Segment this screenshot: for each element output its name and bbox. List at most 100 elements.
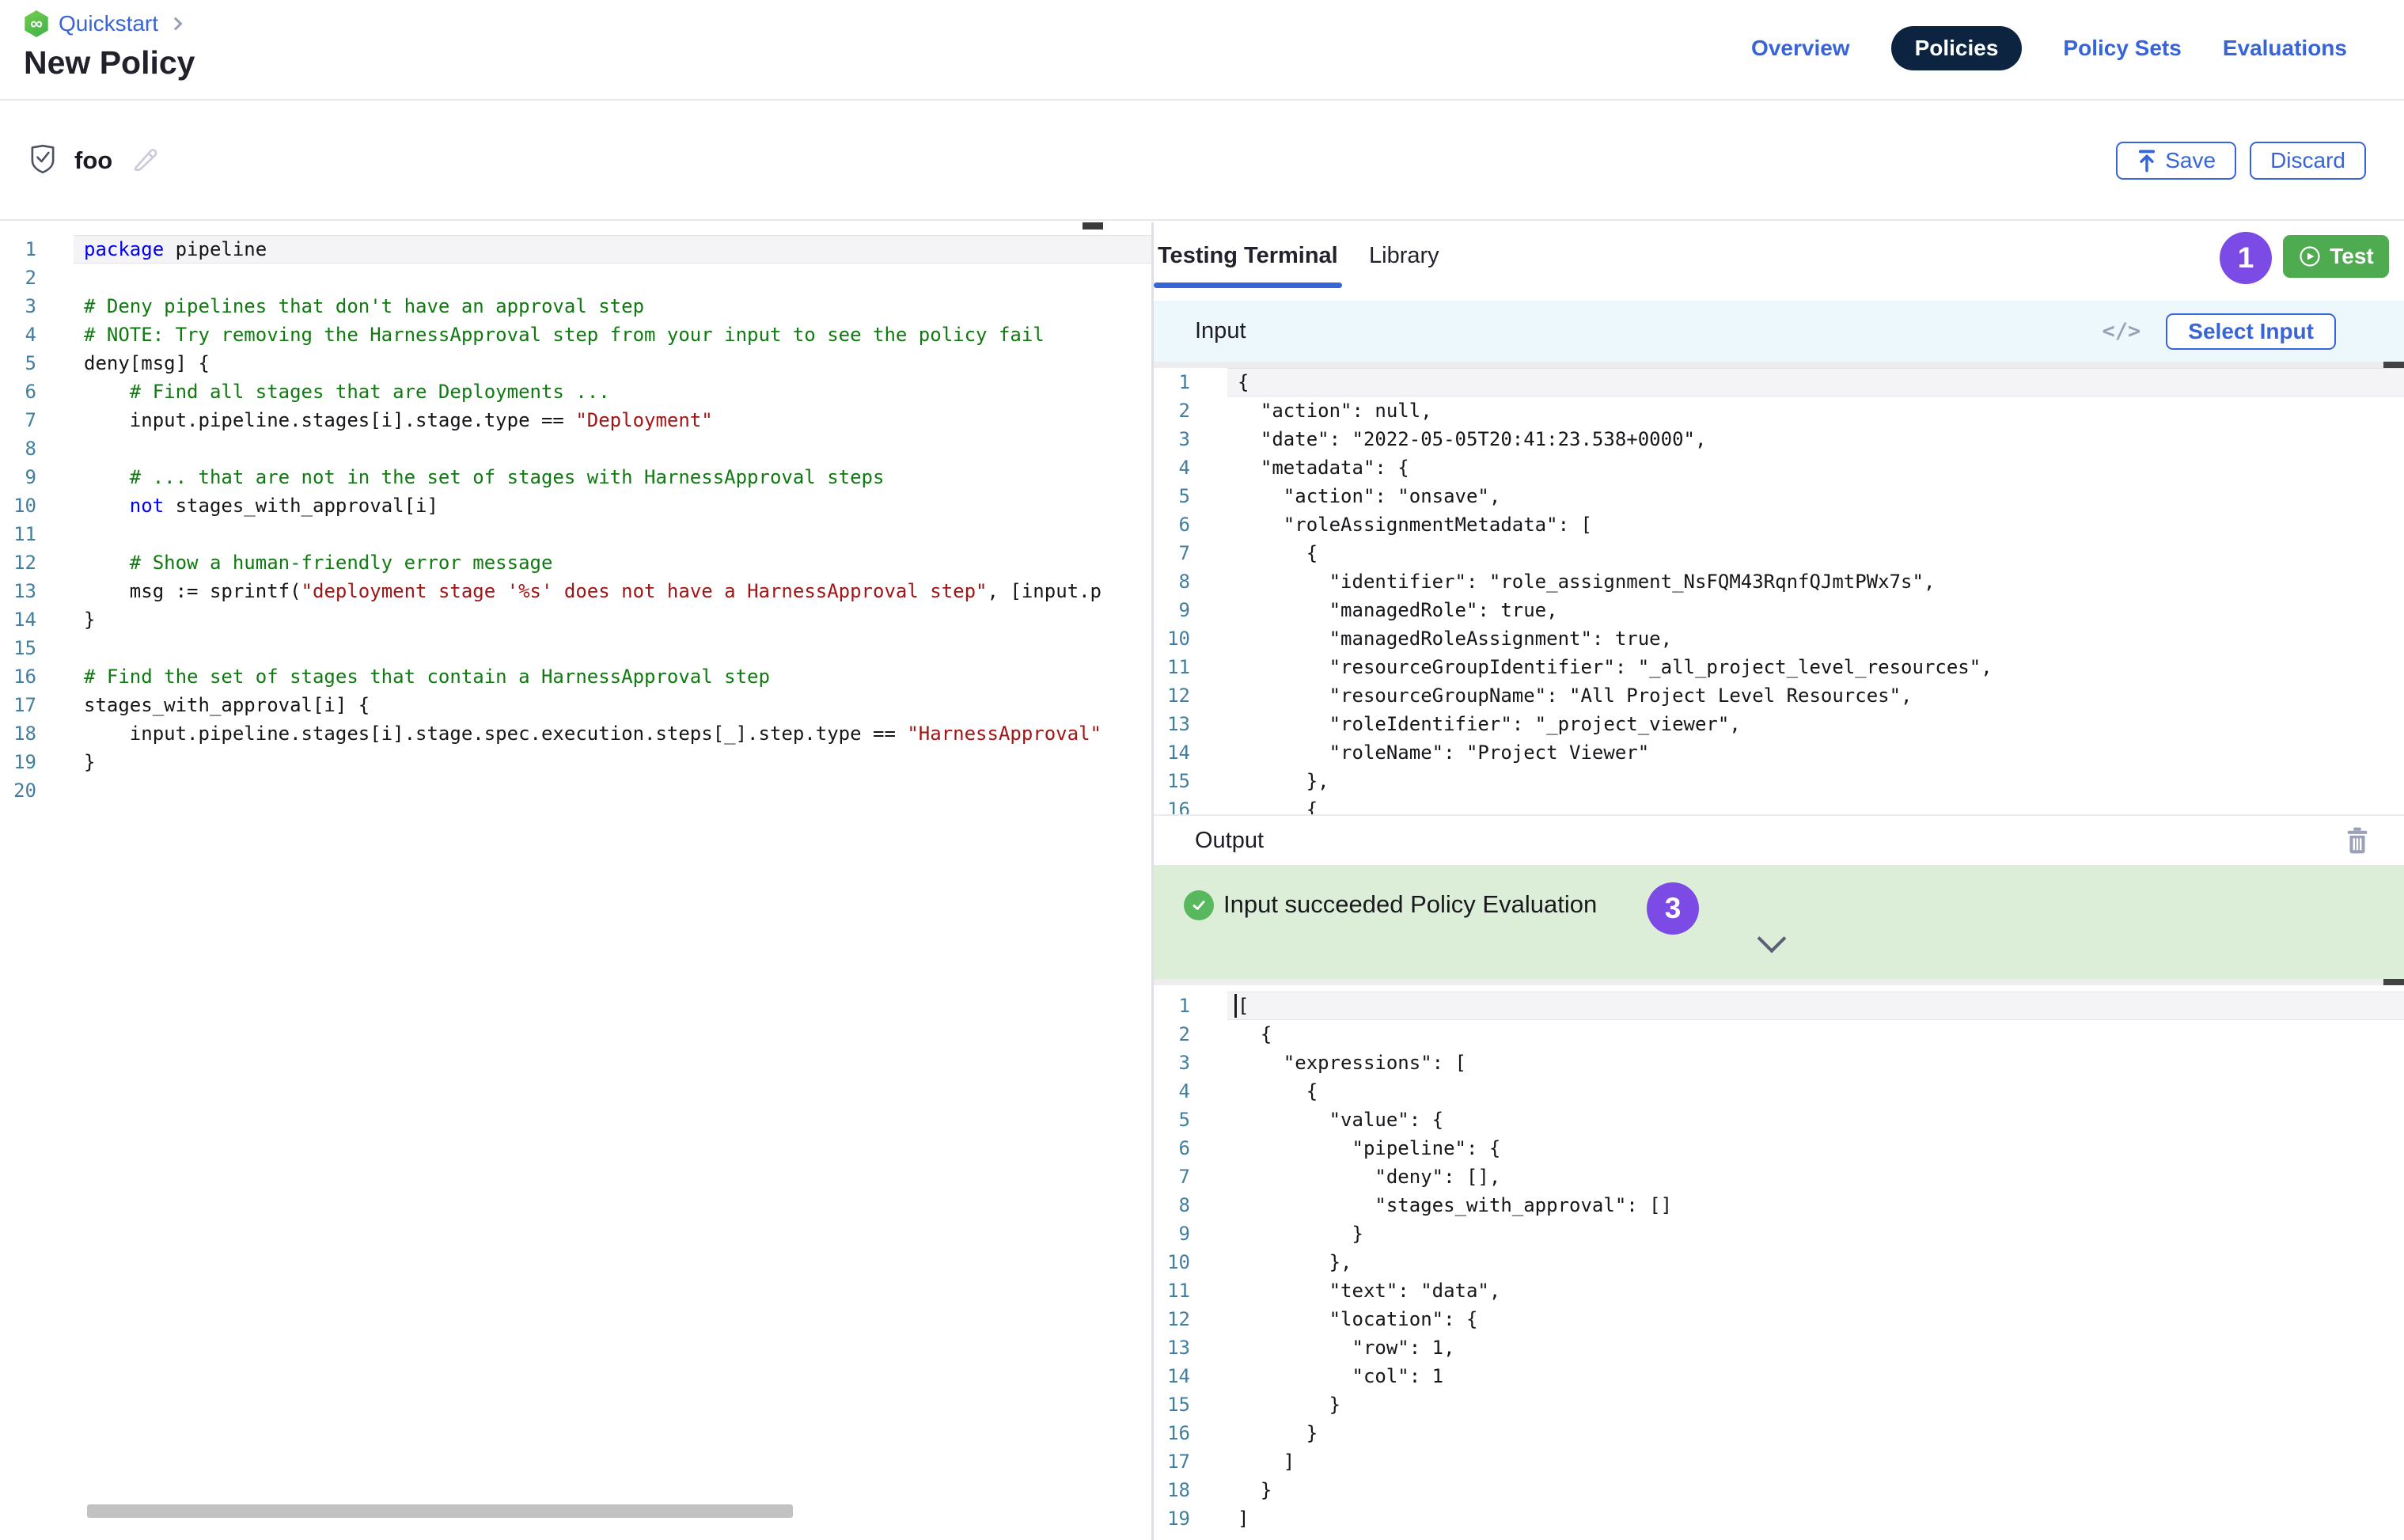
code-line: 5 "value": { xyxy=(1154,1106,2404,1134)
evaluation-success-banner: Input succeeded Policy Evaluation 3 xyxy=(1154,865,2404,979)
policy-editor-lines: 1package pipeline23# Deny pipelines that… xyxy=(0,222,1151,805)
code-line: 4 { xyxy=(1154,1077,2404,1106)
nav-policies-active[interactable]: Policies xyxy=(1891,26,2023,70)
line-number: 14 xyxy=(0,605,57,634)
code-line: 9 } xyxy=(1154,1219,2404,1248)
output-scrollbar-thumb[interactable] xyxy=(2383,979,2404,985)
upload-arrow-icon xyxy=(2137,149,2157,173)
line-number: 12 xyxy=(1154,681,1211,710)
line-number: 11 xyxy=(1154,1276,1211,1305)
line-number: 3 xyxy=(1154,1049,1211,1077)
policy-toolbar: foo Save Discard xyxy=(0,102,2404,221)
line-number: 3 xyxy=(1154,425,1211,453)
page-title: New Policy xyxy=(24,44,195,82)
code-line: 11 "resourceGroupIdentifier": "_all_proj… xyxy=(1154,653,2404,681)
line-number: 16 xyxy=(0,662,57,691)
input-editor-lines: 1{2 "action": null,3 "date": "2022-05-05… xyxy=(1154,368,2404,814)
output-scrollbar-track xyxy=(1154,979,2404,985)
breadcrumb-project-link[interactable]: Quickstart xyxy=(59,11,158,36)
line-number: 10 xyxy=(0,491,57,520)
code-line: 15 }, xyxy=(1154,767,2404,795)
line-number: 14 xyxy=(1154,738,1211,767)
line-number: 1 xyxy=(0,235,57,264)
discard-button[interactable]: Discard xyxy=(2250,142,2366,180)
line-number: 9 xyxy=(1154,596,1211,624)
tab-library[interactable]: Library xyxy=(1369,243,1439,269)
line-number: 10 xyxy=(1154,1248,1211,1276)
output-title: Output xyxy=(1195,828,1264,854)
output-section-header: Output xyxy=(1154,814,2404,865)
save-button-label: Save xyxy=(2165,148,2216,173)
line-number: 7 xyxy=(1154,539,1211,567)
line-number: 7 xyxy=(0,406,57,434)
input-json-editor[interactable]: 1{2 "action": null,3 "date": "2022-05-05… xyxy=(1154,362,2404,814)
line-number: 2 xyxy=(0,264,57,292)
editor-scrollbar-thumb[interactable] xyxy=(1083,222,1103,229)
save-button[interactable]: Save xyxy=(2116,142,2236,180)
chevron-down-icon[interactable] xyxy=(1757,924,1787,954)
line-number: 11 xyxy=(0,520,57,548)
line-number: 1 xyxy=(1154,992,1211,1020)
code-line: 12 "location": { xyxy=(1154,1305,2404,1333)
code-line: 14 "col": 1 xyxy=(1154,1362,2404,1390)
line-number: 18 xyxy=(0,719,57,748)
success-check-icon xyxy=(1184,890,1214,920)
edit-pencil-icon[interactable] xyxy=(130,143,161,179)
code-line: 8 "stages_with_approval": [] xyxy=(1154,1191,2404,1219)
nav-policy-sets[interactable]: Policy Sets xyxy=(2063,36,2181,61)
code-line: 14} xyxy=(0,605,1151,634)
code-line: 1package pipeline xyxy=(0,235,1151,264)
code-line: 2 xyxy=(0,264,1151,292)
line-number: 5 xyxy=(1154,482,1211,510)
select-input-button[interactable]: Select Input xyxy=(2166,313,2336,350)
play-icon xyxy=(2298,245,2322,268)
code-line: 6 "pipeline": { xyxy=(1154,1134,2404,1163)
line-number: 12 xyxy=(1154,1305,1211,1333)
policy-name: foo xyxy=(74,146,112,175)
annotation-step-1: 1 xyxy=(2220,232,2272,284)
input-title: Input xyxy=(1195,318,1246,344)
testing-panel: Testing Terminal Library 2 1 Test Input … xyxy=(1154,222,2404,1540)
policy-identity: foo xyxy=(28,102,161,219)
code-line: 7 { xyxy=(1154,539,2404,567)
line-number: 13 xyxy=(1154,710,1211,738)
code-line: 18 } xyxy=(1154,1476,2404,1504)
line-number: 8 xyxy=(1154,567,1211,596)
code-line: 17stages_with_approval[i] { xyxy=(0,691,1151,719)
code-line: 6 # Find all stages that are Deployments… xyxy=(0,377,1151,406)
nav-evaluations[interactable]: Evaluations xyxy=(2223,36,2347,61)
line-number: 2 xyxy=(1154,396,1211,425)
input-scrollbar-thumb[interactable] xyxy=(2383,362,2404,368)
test-button[interactable]: Test xyxy=(2283,235,2389,278)
code-line: 16 { xyxy=(1154,795,2404,814)
line-number: 10 xyxy=(1154,624,1211,653)
trash-icon[interactable] xyxy=(2345,827,2369,858)
code-line: 12 "resourceGroupName": "All Project Lev… xyxy=(1154,681,2404,710)
input-section-header: Input </> Select Input xyxy=(1154,301,2404,362)
code-line: 8 "identifier": "role_assignment_NsFQM43… xyxy=(1154,567,2404,596)
code-line: 3 "expressions": [ xyxy=(1154,1049,2404,1077)
code-line: 10 }, xyxy=(1154,1248,2404,1276)
line-number: 4 xyxy=(1154,1077,1211,1106)
code-line: 3 "date": "2022-05-05T20:41:23.538+0000"… xyxy=(1154,425,2404,453)
policy-code-editor[interactable]: 1package pipeline23# Deny pipelines that… xyxy=(0,222,1151,1540)
line-number: 12 xyxy=(0,548,57,577)
code-line: 16 } xyxy=(1154,1419,2404,1447)
code-line: 4 "metadata": { xyxy=(1154,453,2404,482)
line-number: 8 xyxy=(1154,1191,1211,1219)
line-number: 14 xyxy=(1154,1362,1211,1390)
horizontal-scrollbar[interactable] xyxy=(87,1504,793,1518)
line-number: 6 xyxy=(0,377,57,406)
code-view-icon[interactable]: </> xyxy=(2103,319,2141,343)
code-line: 10 not stages_with_approval[i] xyxy=(0,491,1151,520)
code-line: 11 "text": "data", xyxy=(1154,1276,2404,1305)
main-content: 1package pipeline23# Deny pipelines that… xyxy=(0,222,2404,1540)
page-header: ∞ Quickstart New Policy Overview Policie… xyxy=(0,0,2404,101)
code-line: 12 # Show a human-friendly error message xyxy=(0,548,1151,577)
code-line: 5 "action": "onsave", xyxy=(1154,482,2404,510)
tab-testing-terminal[interactable]: Testing Terminal xyxy=(1158,243,1338,269)
output-json-editor[interactable]: 1[2 {3 "expressions": [4 {5 "value": {6 … xyxy=(1154,979,2404,1540)
nav-overview[interactable]: Overview xyxy=(1751,36,1850,61)
breadcrumb: ∞ Quickstart xyxy=(24,10,180,37)
code-line: 15 xyxy=(0,634,1151,662)
